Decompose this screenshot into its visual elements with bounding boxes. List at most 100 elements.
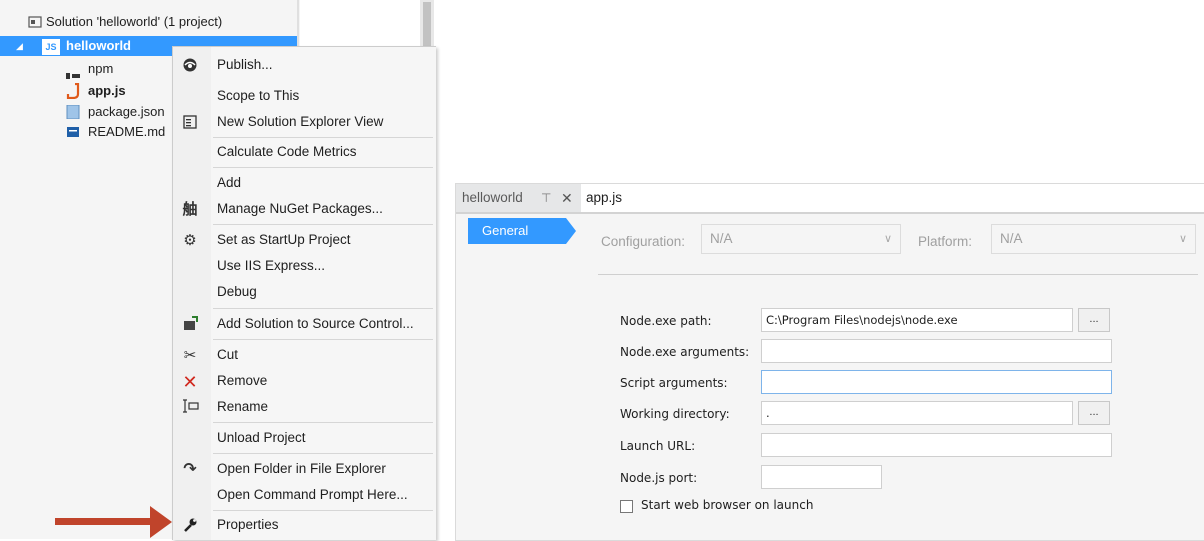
menu-item-manage-nuget[interactable]: 舳 Manage NuGet Packages... <box>173 196 436 222</box>
chevron-down-icon: ∨ <box>1178 233 1187 245</box>
menu-item-label: Scope to This <box>217 88 300 103</box>
menu-item-label: Publish... <box>217 57 273 72</box>
menu-separator <box>213 453 433 454</box>
menu-item-new-solution-explorer-view[interactable]: New Solution Explorer View <box>173 109 436 135</box>
menu-item-label: Open Folder in File Explorer <box>217 461 386 476</box>
project-label: helloworld <box>66 38 131 53</box>
close-icon[interactable]: ✕ <box>561 184 573 212</box>
gear-icon: ⚙ <box>183 232 197 249</box>
nav-general[interactable]: General <box>468 218 566 244</box>
start-browser-label[interactable]: Start web browser on launch <box>641 498 813 512</box>
working-directory-label: Working directory: <box>620 407 730 421</box>
menu-item-label: Add Solution to Source Control... <box>217 316 414 331</box>
working-directory-input[interactable]: . <box>761 401 1073 425</box>
menu-item-cut[interactable]: ✂ Cut <box>173 342 436 368</box>
tree-item-label: app.js <box>88 83 126 98</box>
menu-item-publish[interactable]: Publish... <box>173 52 436 78</box>
chevron-down-icon: ∨ <box>883 233 892 245</box>
configuration-label: Configuration: <box>601 234 686 249</box>
script-args-label: Script arguments: <box>620 376 728 390</box>
menu-item-label: Debug <box>217 284 257 299</box>
node-port-label: Node.js port: <box>620 471 698 485</box>
pin-icon[interactable]: ⊤ <box>541 184 551 212</box>
project-properties-window: helloworld ⊤ ✕ app.js General Configurat… <box>455 183 1204 541</box>
platform-select[interactable]: N/A ∨ <box>991 224 1196 254</box>
divider <box>598 274 1198 275</box>
platform-value: N/A <box>1000 231 1023 246</box>
menu-item-label: Calculate Code Metrics <box>217 144 357 159</box>
wrench-icon <box>181 517 199 535</box>
remove-icon: ✕ <box>182 372 198 392</box>
menu-item-remove[interactable]: ✕ Remove <box>173 368 436 394</box>
menu-item-label: Manage NuGet Packages... <box>217 201 383 216</box>
menu-item-open-folder[interactable]: ↷ Open Folder in File Explorer <box>173 456 436 482</box>
menu-item-label: Remove <box>217 373 268 388</box>
launch-url-input[interactable] <box>761 433 1112 457</box>
source-control-icon <box>181 316 199 334</box>
menu-item-label: Unload Project <box>217 430 306 445</box>
node-port-input[interactable] <box>761 465 882 489</box>
new-view-icon <box>181 114 199 132</box>
menu-item-set-startup[interactable]: ⚙ Set as StartUp Project <box>173 227 436 253</box>
configuration-select[interactable]: N/A ∨ <box>701 224 901 254</box>
tab-label: helloworld <box>462 190 523 205</box>
menu-item-use-iis-express[interactable]: Use IIS Express... <box>173 253 436 279</box>
open-folder-icon: ↷ <box>183 461 197 478</box>
expand-arrow-icon[interactable]: ◢ <box>16 36 23 56</box>
menu-item-open-command-prompt[interactable]: Open Command Prompt Here... <box>173 482 436 508</box>
callout-arrow <box>55 518 155 525</box>
nav-selection-pointer <box>566 218 576 244</box>
launch-url-label: Launch URL: <box>620 439 696 453</box>
json-file-icon <box>66 104 80 120</box>
browse-working-directory-button[interactable]: ... <box>1078 401 1110 425</box>
solution-label: Solution 'helloworld' (1 project) <box>46 14 223 29</box>
rename-icon <box>181 399 199 417</box>
platform-label: Platform: <box>918 234 973 249</box>
menu-separator <box>213 308 433 309</box>
context-menu: Publish... Scope to This New Solution Ex… <box>172 46 436 540</box>
browse-node-path-button[interactable]: ... <box>1078 308 1110 332</box>
document-tab-bar: helloworld ⊤ ✕ app.js <box>456 184 1204 214</box>
menu-item-rename[interactable]: Rename <box>173 394 436 420</box>
node-args-label: Node.exe arguments: <box>620 345 750 359</box>
menu-separator <box>213 339 433 340</box>
node-path-label: Node.exe path: <box>620 314 712 328</box>
menu-item-label: Add <box>217 175 242 190</box>
tab-appjs[interactable]: app.js <box>586 184 622 212</box>
menu-item-label: Properties <box>217 517 279 532</box>
menu-separator <box>213 510 433 511</box>
js-project-icon: JS <box>42 39 60 55</box>
menu-separator <box>213 224 433 225</box>
npm-icon <box>66 65 80 79</box>
menu-item-label: Use IIS Express... <box>217 258 326 273</box>
script-args-input[interactable] <box>761 370 1112 394</box>
menu-item-label: Set as StartUp Project <box>217 232 351 247</box>
configuration-value: N/A <box>710 231 733 246</box>
nuget-icon: 舳 <box>182 201 198 218</box>
markdown-file-icon <box>66 125 80 139</box>
menu-item-label: Cut <box>217 347 239 362</box>
menu-item-properties[interactable]: Properties <box>173 512 436 538</box>
menu-item-calculate-code-metrics[interactable]: Calculate Code Metrics <box>173 139 436 165</box>
solution-icon <box>28 15 42 29</box>
menu-separator <box>213 167 433 168</box>
start-browser-checkbox[interactable] <box>620 500 633 513</box>
menu-item-label: Open Command Prompt Here... <box>217 487 408 502</box>
menu-item-add-to-source-control[interactable]: Add Solution to Source Control... <box>173 311 436 337</box>
menu-separator <box>213 422 433 423</box>
menu-item-add[interactable]: Add <box>173 170 436 196</box>
node-args-input[interactable] <box>761 339 1112 363</box>
tree-item-label: package.json <box>88 104 165 119</box>
menu-item-scope-to-this[interactable]: Scope to This <box>173 83 436 109</box>
publish-icon <box>181 57 199 75</box>
menu-item-debug[interactable]: Debug <box>173 279 436 305</box>
callout-arrow-head <box>150 506 172 538</box>
node-path-input[interactable]: C:\Program Files\nodejs\node.exe <box>761 308 1073 332</box>
scissors-icon: ✂ <box>183 347 197 364</box>
menu-item-label: Rename <box>217 399 269 414</box>
menu-item-label: New Solution Explorer View <box>217 114 384 129</box>
tree-item-label: README.md <box>88 124 166 139</box>
menu-item-unload-project[interactable]: Unload Project <box>173 425 436 451</box>
menu-separator <box>213 137 433 138</box>
js-file-icon <box>66 82 80 100</box>
